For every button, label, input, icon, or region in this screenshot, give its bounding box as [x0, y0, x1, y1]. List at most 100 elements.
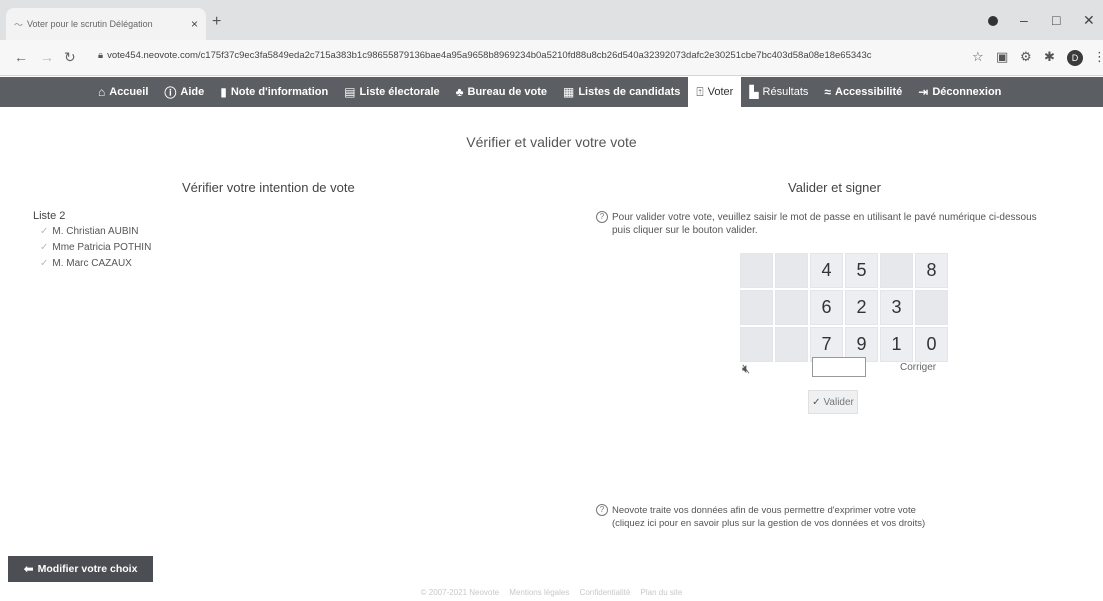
close-window-icon[interactable]: ✕: [1083, 12, 1095, 29]
tab-title: Voter pour le scrutin Délégation: [27, 19, 153, 29]
forward-icon[interactable]: →: [40, 49, 54, 65]
list-icon: ▤: [344, 85, 356, 99]
back-icon[interactable]: ←: [14, 49, 28, 65]
nav-bureau-de-vote[interactable]: ♣ Bureau de vote: [448, 77, 555, 107]
keypad-key[interactable]: [775, 290, 808, 325]
privacy-notice[interactable]: ? Neovote traite vos données afin de vous…: [596, 504, 925, 530]
check-icon: ✓: [40, 258, 49, 269]
home-icon: ⌂: [98, 85, 106, 99]
bookmark-star-icon[interactable]: ☆: [972, 49, 984, 65]
keypad-key[interactable]: 1: [880, 327, 913, 362]
help-icon: ⓘ: [164, 85, 177, 100]
keypad-key[interactable]: 2: [845, 290, 878, 325]
question-icon: ?: [596, 211, 608, 224]
nav-label: Bureau de vote: [467, 86, 547, 98]
keypad-key[interactable]: 8: [915, 253, 948, 288]
privacy-text: Neovote traite vos données afin de vous …: [612, 505, 916, 516]
candidate-name: M. Marc CAZAUX: [52, 258, 132, 269]
nav-accessibilite[interactable]: ≈ Accessibilité: [816, 77, 910, 107]
url-text: vote454.neovote.com/c175f37c9ec3fa5849ed…: [107, 50, 872, 61]
keypad-key[interactable]: 5: [845, 253, 878, 288]
url-field[interactable]: 🔒︎ vote454.neovote.com/c175f37c9ec3fa5849…: [98, 50, 958, 61]
password-field[interactable]: [812, 357, 866, 377]
modify-choice-button[interactable]: ⬅ Modifier votre choix: [8, 556, 153, 582]
nav-deconnexion[interactable]: ⇥ Déconnexion: [910, 77, 1009, 107]
new-tab-icon[interactable]: +: [212, 13, 221, 31]
modify-label: Modifier votre choix: [37, 563, 138, 575]
profile-icon[interactable]: [988, 16, 998, 26]
browser-tabstrip: 〜 Voter pour le scrutin Délégation × + –…: [0, 0, 1103, 40]
nav-label: Résultats: [762, 86, 809, 98]
candidate-item: ✓ M. Christian AUBIN: [40, 226, 139, 237]
nav-voter[interactable]: ⍐ Voter: [688, 77, 742, 107]
address-bar: ← → ↻ 🔒︎ vote454.neovote.com/c175f37c9ec3…: [0, 40, 1103, 76]
nav-resultats[interactable]: ▙ Résultats: [741, 77, 816, 107]
nav-accueil[interactable]: ⌂ Accueil: [90, 77, 156, 107]
ballot-icon: ⍐: [696, 84, 704, 99]
nav-label: Aide: [180, 86, 205, 98]
check-icon: ✓: [40, 242, 49, 253]
nav-label: Accueil: [109, 86, 149, 98]
question-icon: ?: [596, 504, 608, 517]
nav-label: Voter: [707, 86, 734, 98]
nav-note-information[interactable]: ▮ Note d'information: [212, 77, 336, 107]
extension-gear-icon[interactable]: ⚙: [1020, 49, 1032, 65]
site-navbar: ⌂ Accueil ⓘ Aide ▮ Note d'information ▤ List…: [0, 77, 1103, 107]
page-title: Vérifier et valider votre vote: [466, 134, 637, 150]
close-tab-icon[interactable]: ×: [191, 17, 198, 31]
candidate-item: ✓ Mme Patricia POTHIN: [40, 242, 151, 253]
nav-label: Déconnexion: [932, 86, 1002, 98]
validate-section-title: Valider et signer: [788, 180, 881, 195]
copyright-text: © 2007-2021 Neovote: [420, 588, 500, 597]
minimize-icon[interactable]: –: [1020, 12, 1028, 28]
validate-label: Valider: [823, 396, 854, 408]
nav-liste-electorale[interactable]: ▤ Liste électorale: [336, 77, 447, 107]
browser-tab[interactable]: 〜 Voter pour le scrutin Délégation ×: [6, 8, 206, 40]
keypad-key[interactable]: 3: [880, 290, 913, 325]
footer-link-privacy[interactable]: Confidentialité: [580, 588, 631, 597]
accessibility-icon: ≈: [824, 85, 831, 99]
people-icon: ♣: [455, 85, 464, 99]
footer-link-sitemap[interactable]: Plan du site: [641, 588, 683, 597]
keypad-key[interactable]: [775, 253, 808, 288]
nav-label: Accessibilité: [835, 86, 903, 98]
puzzle-icon[interactable]: ✱: [1044, 49, 1055, 65]
page-favicon-icon: 〜: [14, 19, 24, 30]
extension-icon[interactable]: ▣: [996, 49, 1008, 65]
card-icon: ▦: [562, 85, 575, 99]
privacy-link[interactable]: (cliquez ici pour en savoir plus sur la …: [596, 517, 925, 530]
logout-icon: ⇥: [918, 85, 929, 99]
keypad-key[interactable]: [740, 253, 773, 288]
correct-button[interactable]: Corriger: [900, 362, 936, 373]
keypad-key[interactable]: [880, 253, 913, 288]
bar-chart-icon: ▙: [749, 85, 759, 99]
nav-label: Note d'information: [230, 86, 329, 98]
document-icon: ▮: [220, 85, 227, 99]
nav-aide[interactable]: ⓘ Aide: [156, 77, 212, 107]
verify-section-title: Vérifier votre intention de vote: [182, 180, 355, 195]
validation-instructions: ? Pour valider votre vote, veuillez saisi…: [596, 211, 1096, 237]
instruction-text: Pour valider votre vote, veuillez saisir…: [612, 212, 1037, 223]
footer-link-legal[interactable]: Mentions légales: [509, 588, 569, 597]
check-icon: ✓: [40, 226, 49, 237]
keypad-key[interactable]: [740, 327, 773, 362]
keypad-key[interactable]: 6: [810, 290, 843, 325]
instruction-text: puis cliquer sur le bouton valider.: [612, 225, 758, 236]
numeric-keypad: 4 5 8 6 2 3 7 9 1 0: [740, 253, 948, 362]
keypad-key[interactable]: 4: [810, 253, 843, 288]
nav-listes-candidats[interactable]: ▦ Listes de candidats: [555, 77, 688, 107]
account-icon[interactable]: D: [1067, 50, 1083, 66]
keypad-key[interactable]: [740, 290, 773, 325]
nav-label: Liste électorale: [359, 86, 440, 98]
reload-icon[interactable]: ↻: [64, 49, 76, 66]
speaker-mute-icon[interactable]: 🔇︎: [742, 361, 750, 377]
menu-icon[interactable]: ⋮: [1093, 49, 1103, 65]
keypad-key[interactable]: 0: [915, 327, 948, 362]
page-footer: © 2007-2021 Neovote Mentions légales Con…: [0, 588, 1103, 597]
candidate-item: ✓ M. Marc CAZAUX: [40, 258, 132, 269]
keypad-key[interactable]: [915, 290, 948, 325]
keypad-key[interactable]: [775, 327, 808, 362]
maximize-icon[interactable]: □: [1052, 12, 1060, 28]
validate-button[interactable]: ✓ Valider: [808, 390, 858, 414]
candidate-name: Mme Patricia POTHIN: [52, 242, 152, 253]
